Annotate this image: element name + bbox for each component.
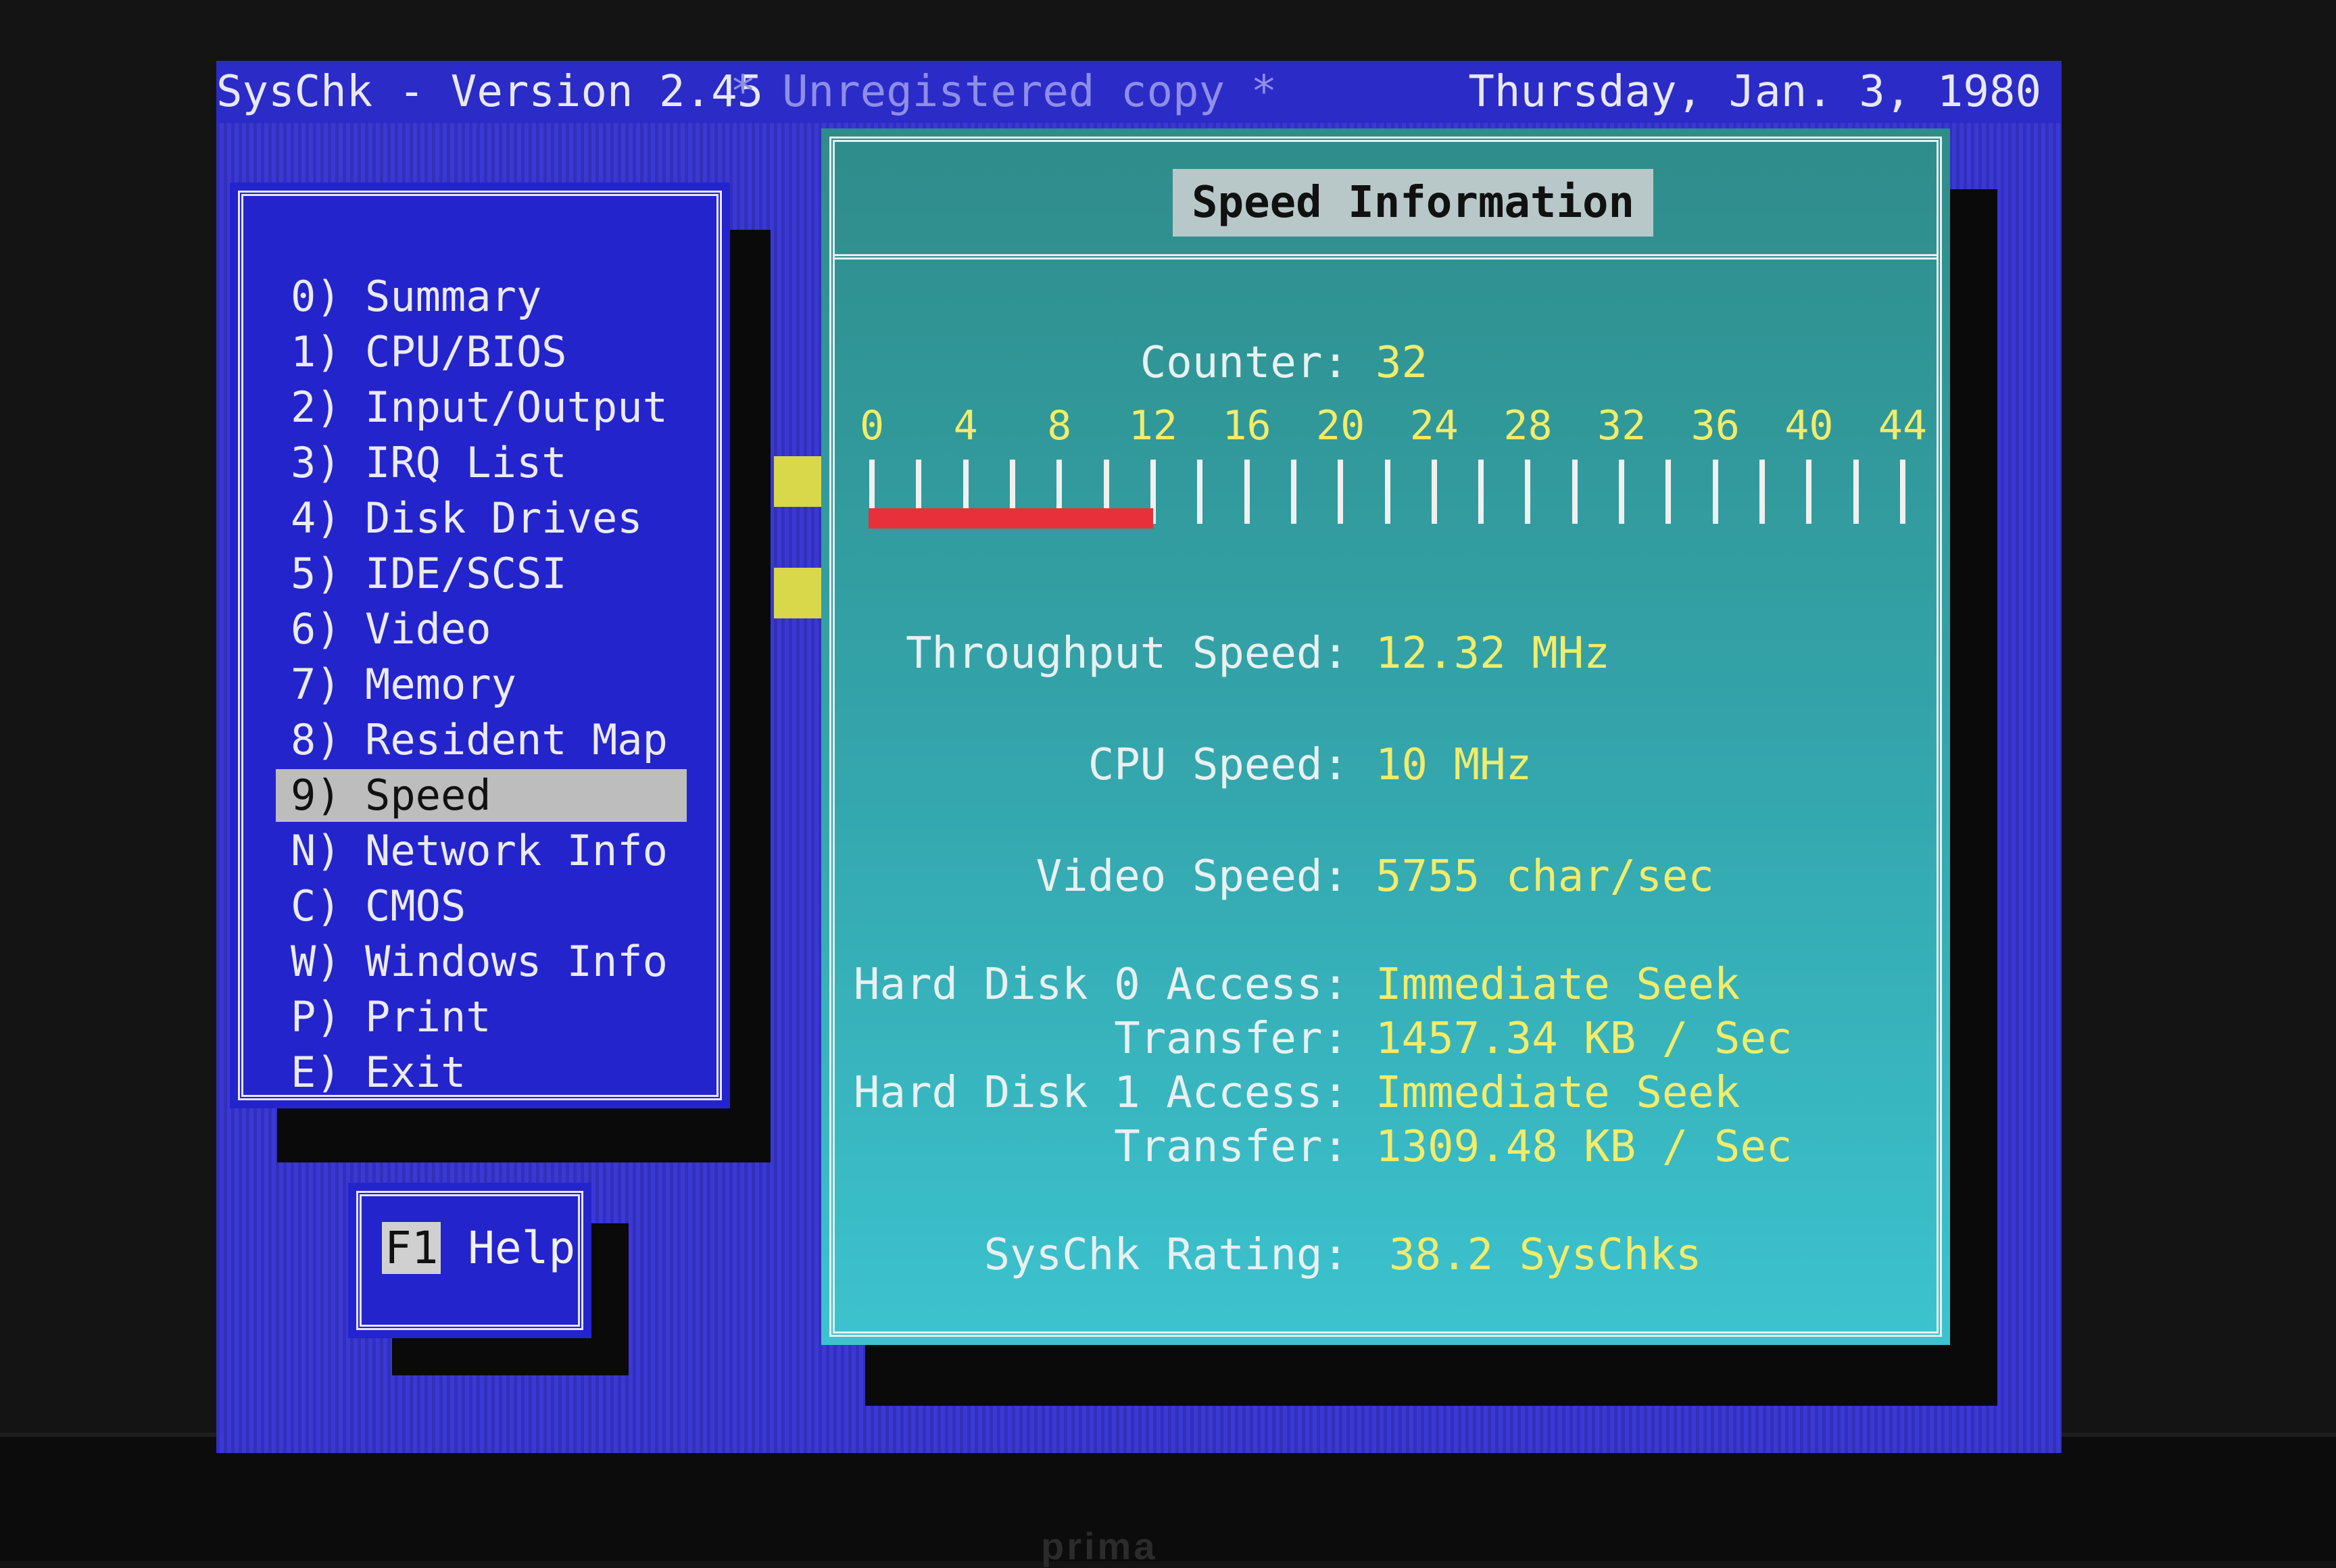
menu-item-key: P) xyxy=(291,992,341,1042)
help-shadow-bottom xyxy=(392,1338,629,1375)
scale-tick-label: 28 xyxy=(1503,402,1553,449)
menu-item-label: Video xyxy=(365,604,491,654)
panel-shadow-bottom xyxy=(865,1345,1997,1406)
menu-item-label: Exit xyxy=(365,1048,466,1097)
menu-item-label: Summary xyxy=(365,272,542,321)
help-text: Help xyxy=(468,1222,576,1274)
speed-information-panel: Speed Information Counter: 32 0 4 8 12 16 20 2… xyxy=(821,128,1950,1345)
help-label: F1 Help xyxy=(382,1222,575,1274)
hd0-access-value: Immediate Seek xyxy=(1376,960,1741,1010)
menu-item-key: 0) xyxy=(291,272,341,321)
menu-item-label: Disk Drives xyxy=(365,493,643,543)
hd0-transfer-value: 1457.34 KB / Sec xyxy=(1376,1014,1793,1064)
menu-item-key: 9) xyxy=(291,770,341,820)
menu-item-key: W) xyxy=(291,937,341,986)
scale-tick-label: 44 xyxy=(1878,402,1928,449)
yellow-marker-lower xyxy=(774,568,821,618)
video-speed-label: Video Speed: xyxy=(1036,852,1348,902)
menu-item-label: IRQ List xyxy=(365,438,567,487)
menu-item-windows-info[interactable]: W) Windows Info xyxy=(291,935,668,988)
hd1-transfer-label: Transfer: xyxy=(1114,1122,1348,1172)
menu-item-summary[interactable]: 0) Summary xyxy=(291,270,541,323)
f1-key: F1 xyxy=(382,1222,441,1274)
menu-item-key: C) xyxy=(291,881,341,931)
dos-screen: SysChk - Version 2.45 * Unregistered cop… xyxy=(216,61,2062,1453)
cpu-speed-value: 10 MHz xyxy=(1376,740,1532,790)
menu-item-print[interactable]: P) Print xyxy=(291,991,491,1044)
menu-item-ide-scsi[interactable]: 5) IDE/SCSI xyxy=(291,547,567,600)
unregistered-notice: * Unregistered copy * xyxy=(730,67,1278,117)
menu-item-label: Speed xyxy=(365,770,491,820)
cpu-speed-label: CPU Speed: xyxy=(1088,740,1348,790)
scale-tick-label: 4 xyxy=(953,402,978,449)
menu-item-cmos[interactable]: C) CMOS xyxy=(291,880,466,933)
title-bar: SysChk - Version 2.45 * Unregistered cop… xyxy=(216,61,2062,123)
menu-item-label: CPU/BIOS xyxy=(365,327,567,376)
menu-item-exit[interactable]: E) Exit xyxy=(291,1046,466,1099)
menu-item-key: 8) xyxy=(291,715,341,764)
menu-item-disk-drives[interactable]: 4) Disk Drives xyxy=(291,492,643,545)
menu-shadow-bottom xyxy=(277,1108,771,1162)
scale-tick-label: 24 xyxy=(1409,402,1459,449)
menu-item-cpu-bios[interactable]: 1) CPU/BIOS xyxy=(291,326,567,378)
menu-item-irq-list[interactable]: 3) IRQ List xyxy=(291,437,567,489)
yellow-marker-upper xyxy=(774,456,821,507)
counter-value: 32 xyxy=(1376,338,1428,388)
menu-item-label: IDE/SCSI xyxy=(365,549,567,598)
scale-tick-label: 32 xyxy=(1597,402,1647,449)
system-date: Thursday, Jan. 3, 1980 xyxy=(1468,67,2041,117)
scale-tick-label: 16 xyxy=(1222,402,1271,449)
hd0-access-label: Hard Disk 0 Access: xyxy=(853,960,1348,1010)
menu-item-speed[interactable]: 9) Speed xyxy=(276,769,687,822)
menu-item-key: 2) xyxy=(291,383,341,432)
scale-tick-label: 8 xyxy=(1047,402,1072,449)
menu-item-label: Input/Output xyxy=(365,383,668,432)
counter-label: Counter: xyxy=(1140,338,1348,388)
hd1-access-value: Immediate Seek xyxy=(1376,1068,1741,1118)
syschk-rating-label: SysChk Rating: xyxy=(983,1230,1348,1280)
menu-item-label: Network Info xyxy=(365,826,668,875)
syschk-rating-value: 38.2 SysChks xyxy=(1389,1230,1702,1280)
app-title: SysChk - Version 2.45 xyxy=(216,67,764,117)
scale-tick-label: 36 xyxy=(1690,402,1740,449)
panel-title-divider xyxy=(835,254,1937,260)
speed-bar-track xyxy=(869,508,1906,529)
menu-item-label: CMOS xyxy=(365,881,466,931)
menu-shadow-right xyxy=(730,230,771,1135)
menu-item-video[interactable]: 6) Video xyxy=(291,603,491,656)
throughput-value: 12.32 MHz xyxy=(1376,629,1610,679)
menu-item-key: N) xyxy=(291,826,341,875)
menu-item-label: Print xyxy=(365,992,491,1042)
video-speed-value: 5755 char/sec xyxy=(1376,852,1714,902)
menu-item-resident-map[interactable]: 8) Resident Map xyxy=(291,714,668,766)
hd1-access-label: Hard Disk 1 Access: xyxy=(853,1068,1348,1118)
menu-item-network-info[interactable]: N) Network Info xyxy=(291,825,668,877)
menu-item-label: Resident Map xyxy=(365,715,668,764)
menu-item-memory[interactable]: 7) Memory xyxy=(291,658,516,711)
panel-shadow-right xyxy=(1950,189,1997,1406)
main-menu: 0) Summary 1) CPU/BIOS 2) Input/Output 3) IRQ L… xyxy=(230,182,730,1108)
menu-item-key: 6) xyxy=(291,604,341,654)
menu-item-key: 3) xyxy=(291,438,341,487)
throughput-label: Throughput Speed: xyxy=(905,629,1348,679)
menu-item-label: Windows Info xyxy=(365,937,668,986)
menu-item-key: 1) xyxy=(291,327,341,376)
panel-title: Speed Information xyxy=(1173,169,1654,237)
help-button[interactable]: F1 Help xyxy=(348,1183,591,1338)
hd1-transfer-value: 1309.48 KB / Sec xyxy=(1376,1122,1793,1172)
menu-item-label: Memory xyxy=(365,660,516,709)
menu-item-key: 7) xyxy=(291,660,341,709)
monitor-logo: prima xyxy=(1041,1525,1158,1567)
menu-item-key: 5) xyxy=(291,549,341,598)
scale-tick-label: 20 xyxy=(1316,402,1365,449)
scale-tick-label: 12 xyxy=(1128,402,1178,449)
speed-bar-fill xyxy=(869,508,1153,529)
scale-tick-label: 0 xyxy=(859,402,885,449)
menu-item-key: 4) xyxy=(291,493,341,543)
scale-tick-label: 40 xyxy=(1784,402,1834,449)
menu-item-input-output[interactable]: 2) Input/Output xyxy=(291,381,668,434)
hd0-transfer-label: Transfer: xyxy=(1114,1014,1348,1064)
menu-item-key: E) xyxy=(291,1048,341,1097)
